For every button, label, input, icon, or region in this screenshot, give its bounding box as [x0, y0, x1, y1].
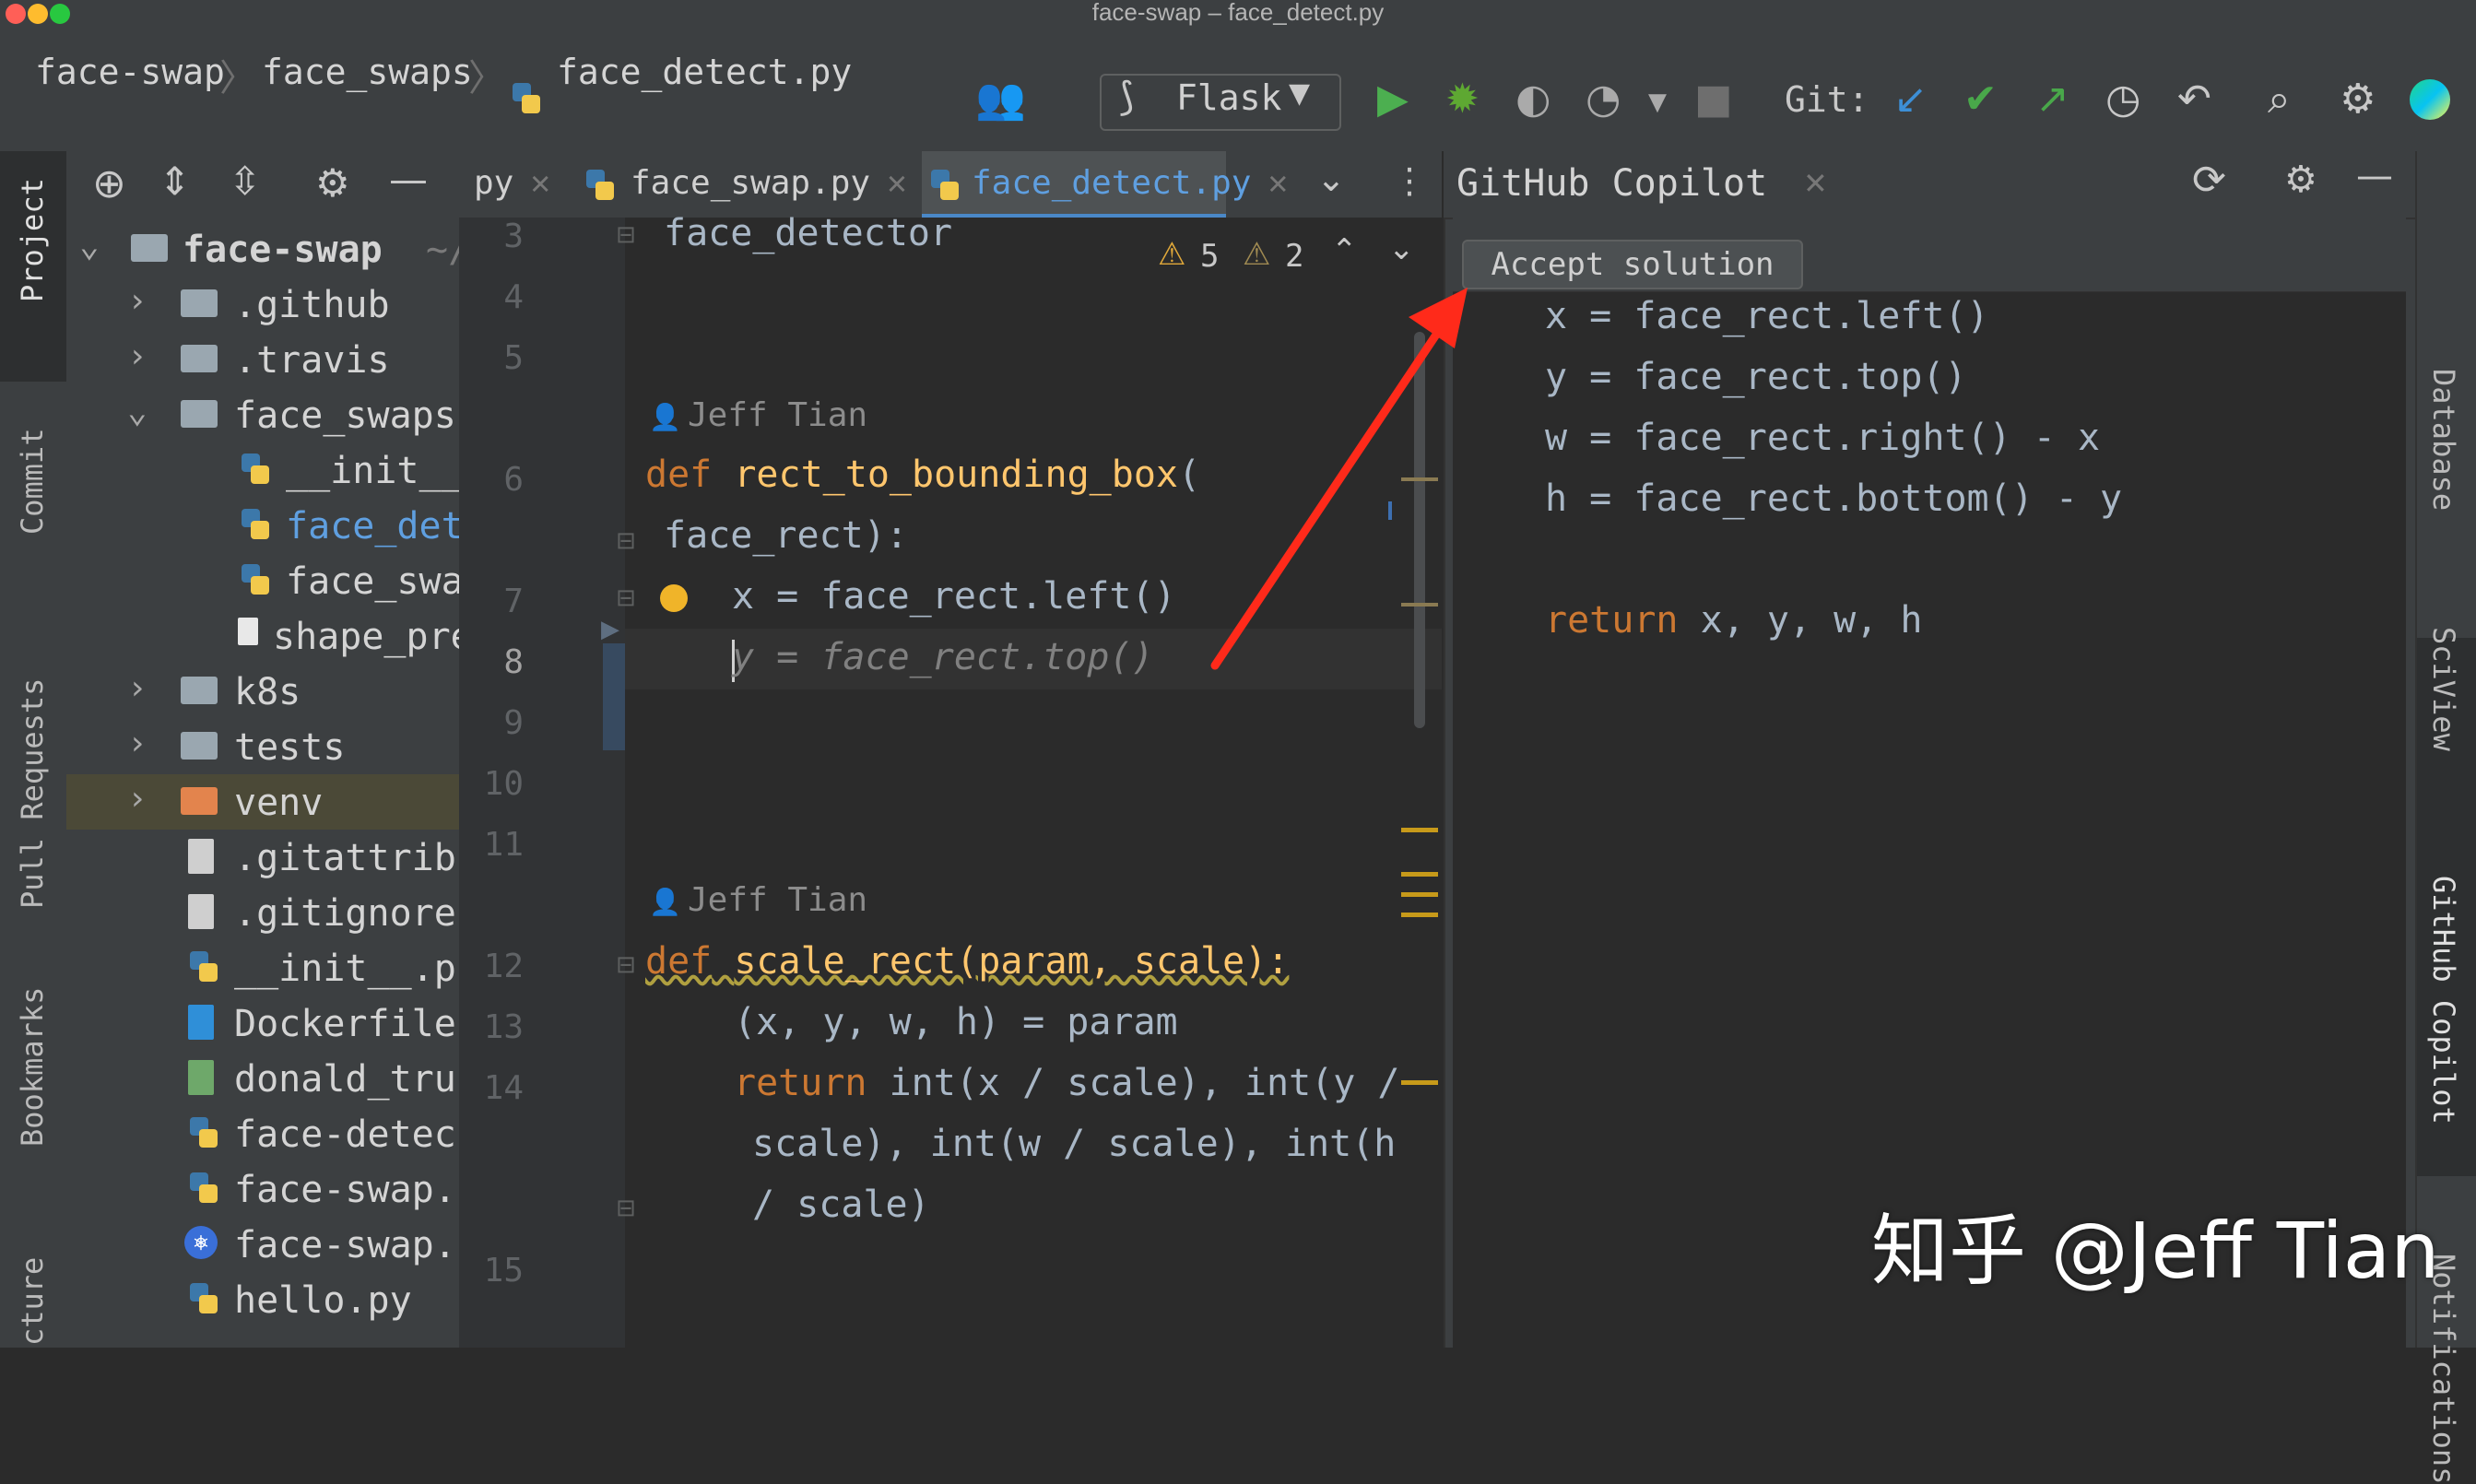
watermark: 知乎 @Jeff Tian	[1871, 1206, 2440, 1296]
annotation-arrow	[1210, 288, 1468, 670]
